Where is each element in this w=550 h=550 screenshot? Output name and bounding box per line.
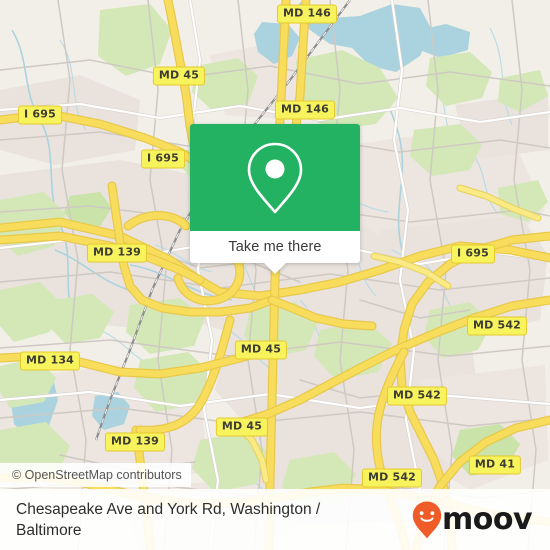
moovit-wordmark: moovit bbox=[442, 503, 534, 537]
moovit-smiley-pin-icon bbox=[412, 501, 442, 539]
road-shield: MD 41 bbox=[468, 455, 522, 475]
road-shield: MD 146 bbox=[276, 4, 338, 24]
location-pin-icon bbox=[245, 140, 305, 216]
road-shield: MD 45 bbox=[215, 417, 269, 437]
moovit-map-screen: .land { fill:#f2efe9; } .resi { fill:#e9… bbox=[0, 0, 550, 550]
road-shield: MD 542 bbox=[466, 316, 528, 336]
take-me-there-callout[interactable]: Take me there bbox=[190, 124, 360, 274]
footer-bar: Chesapeake Ave and York Rd, Washington /… bbox=[0, 489, 550, 550]
callout-tail bbox=[264, 263, 286, 274]
moovit-logo[interactable]: moovit bbox=[412, 501, 534, 539]
callout-icon-panel bbox=[190, 124, 360, 231]
take-me-there-label: Take me there bbox=[228, 239, 322, 255]
road-shield: I 695 bbox=[18, 105, 62, 125]
road-shield: I 695 bbox=[141, 149, 185, 169]
road-shield: I 695 bbox=[451, 244, 495, 264]
road-shield: MD 139 bbox=[86, 243, 148, 263]
svg-text:moovit: moovit bbox=[442, 503, 534, 537]
map-attribution: © OpenStreetMap contributors bbox=[0, 463, 191, 487]
road-shield: MD 139 bbox=[104, 432, 166, 452]
road-shield: MD 542 bbox=[386, 386, 448, 406]
road-shield: MD 134 bbox=[19, 351, 81, 371]
road-shield: MD 146 bbox=[274, 100, 336, 120]
road-shield: MD 45 bbox=[152, 66, 206, 86]
road-shield: MD 45 bbox=[234, 340, 288, 360]
road-shield: MD 542 bbox=[361, 468, 423, 488]
callout-action-panel[interactable]: Take me there bbox=[190, 231, 360, 263]
location-title: Chesapeake Ave and York Rd, Washington /… bbox=[16, 500, 321, 539]
attribution-text: © OpenStreetMap contributors bbox=[12, 468, 182, 482]
